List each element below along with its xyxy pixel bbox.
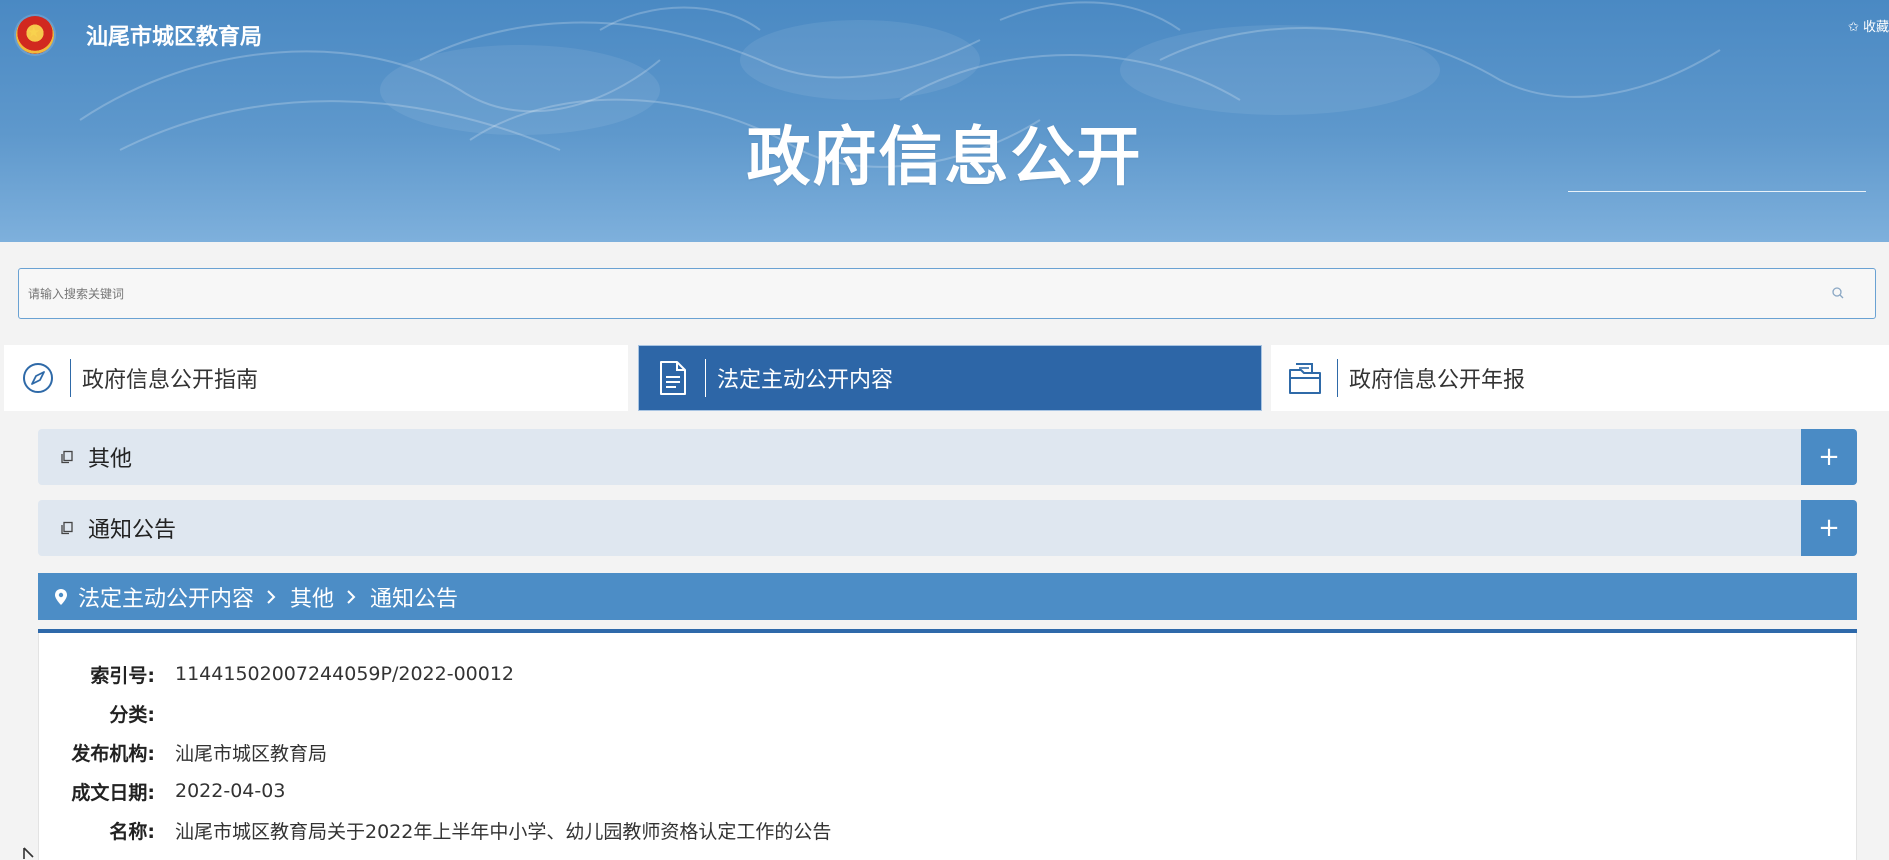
metadata-row-date: 成文日期: 2022-04-03 [39,776,285,806]
section-tabs: 政府信息公开指南 法定主动公开内容 政府信息公开年报 [4,345,1889,411]
accordion-label: 其他 [88,447,133,472]
header-banner: 汕尾市城区教育局 ✩ 收藏 政府信息公开 [0,0,1889,242]
copy-icon [61,521,73,535]
breadcrumb-item[interactable]: 其他 [290,581,334,613]
folder-icon [1289,363,1321,394]
page-title: 政府信息公开 [746,121,1143,195]
tab-label: 政府信息公开指南 [82,368,259,393]
favorite-link[interactable]: ✩ 收藏 [1848,16,1889,35]
metadata-value: 汕尾市城区教育局 [175,742,328,765]
tab-disclosure-guide[interactable]: 政府信息公开指南 [4,345,628,411]
copy-icon [61,450,73,464]
tab-separator [70,359,71,397]
expand-button[interactable]: + [1801,500,1857,556]
compass-icon [23,363,53,393]
document-metadata: 索引号: 11441502007244059P/2022-00012 分类: 发… [38,633,1857,860]
accordion-other[interactable]: 其他 + [38,429,1857,485]
document-icon [660,361,686,395]
metadata-key: 名称: [109,820,155,843]
metadata-value: 2022-04-03 [175,780,286,802]
metadata-key: 发布机构: [71,742,155,765]
metadata-value: 11441502007244059P/2022-00012 [175,663,515,685]
metadata-value: 汕尾市城区教育局关于2022年上半年中小学、幼儿园教师资格认定工作的公告 [175,820,832,843]
site-name: 汕尾市城区教育局 [86,25,263,50]
tab-separator [1337,359,1338,397]
tab-label: 政府信息公开年报 [1349,368,1526,393]
metadata-key: 成文日期: [71,781,155,804]
national-emblem-icon [16,16,54,54]
tab-annual-report[interactable]: 政府信息公开年报 [1271,345,1889,411]
location-pin-icon [55,588,67,605]
search-bar [18,268,1876,319]
tab-statutory-content[interactable]: 法定主动公开内容 [638,345,1262,411]
search-icon[interactable] [1831,286,1845,300]
chevron-right-icon [267,589,276,604]
metadata-row-title: 名称: 汕尾市城区教育局关于2022年上半年中小学、幼儿园教师资格认定工作的公告 [39,815,831,845]
collapse-arrow-icon[interactable] [20,846,42,860]
metadata-row-category: 分类: [39,698,175,728]
metadata-row-index: 索引号: 11441502007244059P/2022-00012 [39,659,514,689]
accordion-notices[interactable]: 通知公告 + [38,500,1857,556]
metadata-key: 分类: [109,703,155,726]
breadcrumb-item[interactable]: 法定主动公开内容 [78,581,254,613]
search-input[interactable] [19,269,1799,318]
tab-label: 法定主动公开内容 [717,368,894,393]
banner-divider [1568,191,1866,192]
breadcrumb: 法定主动公开内容 其他 通知公告 [38,573,1857,620]
site-logo[interactable]: 汕尾市城区教育局 [16,16,262,54]
tab-separator [705,359,706,397]
breadcrumb-item[interactable]: 通知公告 [370,581,458,613]
chevron-right-icon [347,589,356,604]
expand-button[interactable]: + [1801,429,1857,485]
accordion-label: 通知公告 [88,518,177,543]
metadata-key: 索引号: [90,664,155,687]
metadata-row-publisher: 发布机构: 汕尾市城区教育局 [39,737,327,767]
